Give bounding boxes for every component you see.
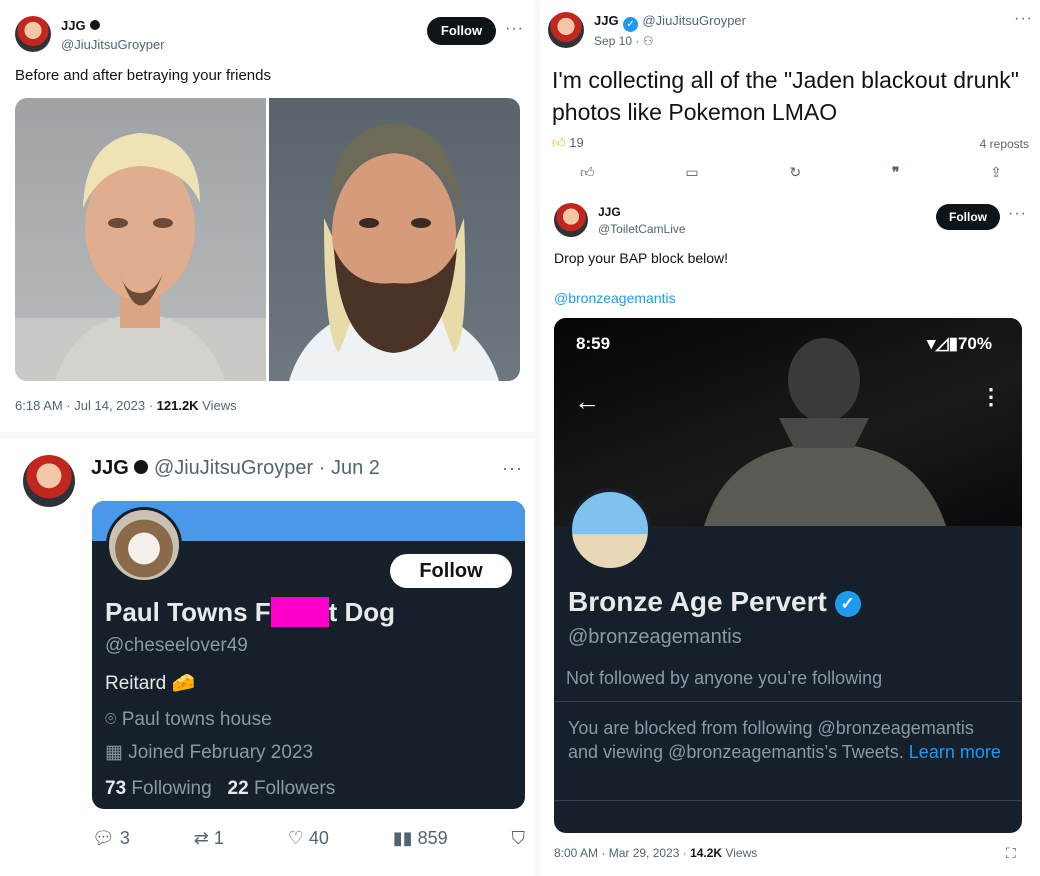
view-count: 121.2K: [156, 398, 199, 413]
timestamp[interactable]: 6:18 AM · Jul 14, 2023 ·: [15, 398, 157, 413]
share-icon[interactable]: ⇪: [990, 164, 1002, 181]
avatar[interactable]: [23, 455, 75, 507]
card-display-name-end: t Dog: [328, 597, 396, 627]
author-name[interactable]: JJG: [61, 18, 86, 33]
more-icon[interactable]: ···: [502, 458, 523, 479]
reply-icon: 💬︎: [92, 828, 115, 848]
learn-more-link[interactable]: Learn more: [909, 742, 1001, 762]
retweet-button[interactable]: ⇄ 1: [194, 828, 224, 849]
verified-badge-icon: ✓: [623, 17, 639, 32]
retweet-count: 1: [213, 828, 224, 848]
follow-button[interactable]: Follow: [936, 204, 1000, 230]
thumbs-up-icon: 👍︎: [552, 135, 566, 150]
card-bio: Reitard 🧀: [105, 673, 196, 694]
author-name[interactable]: JJG: [594, 13, 619, 28]
divider: [554, 800, 1022, 801]
location-icon: ⌾: [105, 709, 117, 730]
verified-badge-icon: ✓: [834, 591, 861, 617]
analytics-icon[interactable]: ⛶: [1006, 845, 1016, 862]
tweet-3: JJG ✓ @JiuJitsuGroyper Sep 10 · ⚇ ··· I'…: [540, 0, 1040, 195]
bar-chart-icon: ▮▮: [392, 828, 413, 848]
like-count: 19: [569, 135, 584, 150]
repost-count[interactable]: 4 reposts: [980, 137, 1029, 151]
status-time: 8:59: [576, 334, 611, 353]
follow-button[interactable]: Follow: [427, 17, 496, 45]
affiliate-badge-icon: [134, 460, 149, 474]
following-label: Following: [131, 778, 212, 799]
kebab-menu-icon[interactable]: ⋮: [980, 384, 1002, 410]
views-button[interactable]: ▮▮ 859: [393, 828, 448, 849]
more-icon[interactable]: ···: [1008, 205, 1027, 223]
media-after-photo[interactable]: [269, 98, 520, 381]
profile-display-name: Bronze Age Pervert: [568, 586, 827, 617]
tweet-text: Before and after betraying your friends: [15, 67, 271, 84]
views-label: Views: [198, 398, 237, 413]
author-handle[interactable]: @JiuJitsuGroyper: [61, 37, 165, 52]
like-count: 40: [308, 828, 329, 848]
not-followed-text: Not followed by anyone you’re following: [566, 668, 883, 688]
back-arrow-icon[interactable]: ←: [574, 386, 600, 417]
reply-button[interactable]: 💬︎ 3: [92, 828, 130, 849]
tweet-text: Drop your BAP block below!: [554, 250, 729, 266]
card-location: Paul towns house: [121, 709, 272, 730]
battery-level: 70%: [957, 334, 992, 353]
battery-icon: ▮: [948, 334, 958, 353]
views-count: 859: [417, 828, 448, 848]
tweet-2: JJG @JiuJitsuGroyper · Jun 2 ··· Follow …: [0, 438, 535, 876]
profile-avatar: [568, 488, 652, 572]
mention-link[interactable]: @bronzeagemantis: [554, 290, 676, 306]
wifi-icon: ▾: [926, 334, 936, 353]
followers-label: Followers: [253, 778, 336, 799]
author-name[interactable]: JJG: [91, 457, 129, 479]
following-count: 73: [105, 778, 127, 799]
signal-icon: ◿: [935, 334, 949, 353]
bookmark-icon: ⛉: [511, 828, 525, 848]
views-label: Views: [722, 846, 758, 860]
more-icon[interactable]: ···: [1014, 10, 1033, 28]
view-count: 14.2K: [690, 846, 723, 860]
like-button[interactable]: ♡ 40: [288, 828, 329, 849]
profile-handle: @bronzeagemantis: [568, 626, 742, 648]
timestamp[interactable]: 8:00 AM · Mar 29, 2023 ·: [554, 846, 690, 860]
tweet-4: JJG @ToiletCamLive Follow ··· Drop your …: [540, 195, 1040, 876]
divider: [554, 701, 1022, 702]
thumbs-up-button-icon[interactable]: 👍︎: [580, 164, 595, 181]
followers-count: 22: [227, 778, 249, 799]
community-icon: ⚇: [642, 34, 654, 48]
quote-icon[interactable]: ❞: [892, 164, 900, 181]
action-bar: 👍︎ ▭ ↻ ❞ ⇪: [580, 164, 1002, 181]
author-handle[interactable]: @ToiletCamLive: [598, 222, 686, 236]
media-before-photo[interactable]: [15, 98, 266, 381]
tweet-date[interactable]: Sep 10 ·: [594, 34, 643, 48]
author-handle[interactable]: @JiuJitsuGroyper: [642, 13, 746, 28]
card-display-name-start: Paul Towns F: [105, 597, 271, 627]
avatar[interactable]: [15, 16, 51, 52]
author-handle-date[interactable]: @JiuJitsuGroyper · Jun 2: [154, 457, 380, 479]
reply-count: 3: [119, 828, 130, 848]
tweet-text: I'm collecting all of the "Jaden blackou…: [552, 67, 1019, 125]
calendar-icon: ▦: [105, 742, 123, 763]
profile-avatar: [106, 507, 182, 583]
card-follow-button[interactable]: Follow: [390, 554, 512, 588]
tweet-metadata: 8:00 AM · Mar 29, 2023 · 14.2K Views: [554, 846, 757, 860]
redaction-box: [270, 597, 329, 627]
tweet-1: JJG @JiuJitsuGroyper Follow ··· Before a…: [0, 0, 535, 432]
heart-icon: ♡: [287, 828, 304, 848]
action-bar: 💬︎ 3 ⇄ 1 ♡ 40 ▮▮ 859 ⛉: [92, 828, 525, 849]
author-name[interactable]: JJG: [598, 205, 621, 219]
card-handle: @cheseelover49: [105, 635, 248, 656]
comment-icon[interactable]: ▭: [685, 164, 698, 181]
bookmark-button[interactable]: ⛉: [511, 828, 525, 849]
avatar[interactable]: [548, 12, 584, 48]
more-icon[interactable]: ···: [505, 20, 524, 38]
card-joined: Joined February 2023: [128, 742, 314, 763]
profile-card-screenshot[interactable]: Follow Paul Towns Ft Dog @cheseelover49 …: [92, 501, 525, 809]
repost-icon[interactable]: ↻: [789, 164, 801, 181]
avatar[interactable]: [554, 203, 588, 237]
retweet-icon: ⇄: [193, 828, 209, 848]
tweet-metadata: 6:18 AM · Jul 14, 2023 · 121.2K Views: [15, 398, 237, 413]
affiliate-badge-icon: [90, 20, 101, 30]
phone-screenshot[interactable]: 8:59 ▾◿▮70% ← ⋮ Bronze Age Pervert ✓ @br…: [554, 318, 1022, 833]
blocked-message: You are blocked from following @bronzeag…: [568, 716, 1008, 764]
